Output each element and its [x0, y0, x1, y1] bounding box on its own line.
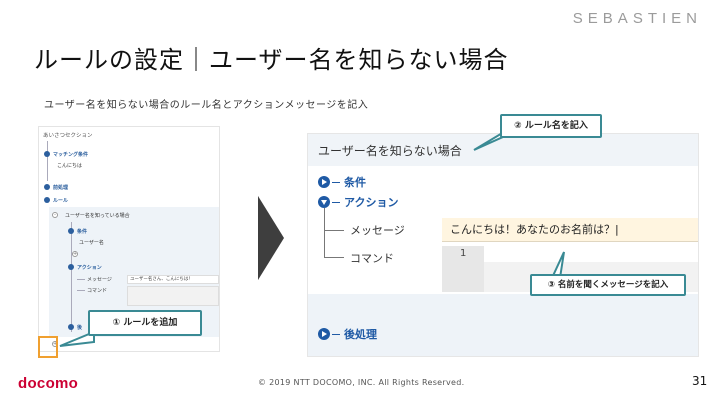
condition-section[interactable]: 条件 — [344, 174, 366, 190]
preprocess-dot-icon[interactable] — [44, 184, 50, 190]
section-header: あいさつセクション — [43, 133, 93, 139]
page-subtitle: ユーザー名を知らない場合のルール名とアクションメッセージを記入 — [44, 100, 369, 111]
postprocess-section[interactable]: 後処理 — [344, 326, 377, 342]
postprocess-expand-icon[interactable] — [318, 328, 330, 340]
preprocess-label[interactable]: 前処理 — [53, 184, 68, 191]
message-input[interactable]: こんにちは！あなたのお名前は？| — [442, 218, 698, 242]
matching-dot-icon[interactable] — [44, 151, 50, 157]
action-dot-icon[interactable] — [68, 264, 74, 270]
callout-rule-name: ② ルール名を記入 — [500, 114, 602, 138]
rule-label[interactable]: ルール — [53, 197, 68, 204]
rule-detail-screenshot: ユーザー名を知らない場合 条件 アクション メッセージ コマンド こんにちは！あ… — [308, 134, 698, 356]
condition-dot-icon[interactable] — [68, 228, 74, 234]
action-section[interactable]: アクション — [344, 194, 398, 210]
callout-message: ③ 名前を聞くメッセージを記入 — [530, 274, 686, 296]
command-input[interactable] — [127, 286, 219, 306]
command-line[interactable] — [484, 246, 698, 262]
rule-dot-icon[interactable] — [44, 197, 50, 203]
action-label[interactable]: アクション — [77, 264, 102, 271]
message-input[interactable]: ユーザー名さん、こんにちは！ — [127, 275, 219, 284]
command-label: コマンド — [350, 252, 394, 265]
add-condition-icon[interactable]: + — [72, 251, 78, 257]
message-label: メッセージ — [350, 224, 405, 237]
text-cursor: | — [615, 223, 619, 236]
rule-name-field[interactable]: ユーザー名を知らない場合 — [318, 142, 462, 159]
page-title: ルールの設定｜ユーザー名を知らない場合 — [34, 46, 509, 74]
action-collapse-icon[interactable] — [318, 196, 330, 208]
message-value: こんにちは！あなたのお名前は？ — [450, 223, 615, 236]
matching-condition-label[interactable]: マッチング条件 — [53, 151, 88, 158]
expand-rule-icon[interactable]: - — [52, 212, 58, 218]
add-rule-highlight — [38, 336, 58, 358]
command-label: コマンド — [87, 288, 108, 294]
callout-add-rule: ① ルールを追加 — [88, 310, 202, 336]
condition-expand-icon[interactable] — [318, 176, 330, 188]
brand-logo: SEBASTIEN — [572, 10, 702, 27]
copyright: © 2019 NTT DOCOMO, INC. All Rights Reser… — [258, 378, 465, 387]
condition-label[interactable]: 条件 — [77, 228, 87, 235]
rule-known-name[interactable]: ユーザー名を知っている場合 — [65, 212, 130, 219]
docomo-logo: docomo — [18, 375, 79, 392]
arrow-right-icon — [258, 196, 284, 280]
postprocess-panel — [308, 294, 698, 356]
line-number: 1 — [442, 246, 484, 292]
page-number: 31 — [692, 374, 708, 388]
condition-value: ユーザー名 — [79, 240, 104, 246]
matching-condition-value: こんにちは — [57, 163, 83, 169]
message-label: メッセージ — [87, 277, 112, 283]
